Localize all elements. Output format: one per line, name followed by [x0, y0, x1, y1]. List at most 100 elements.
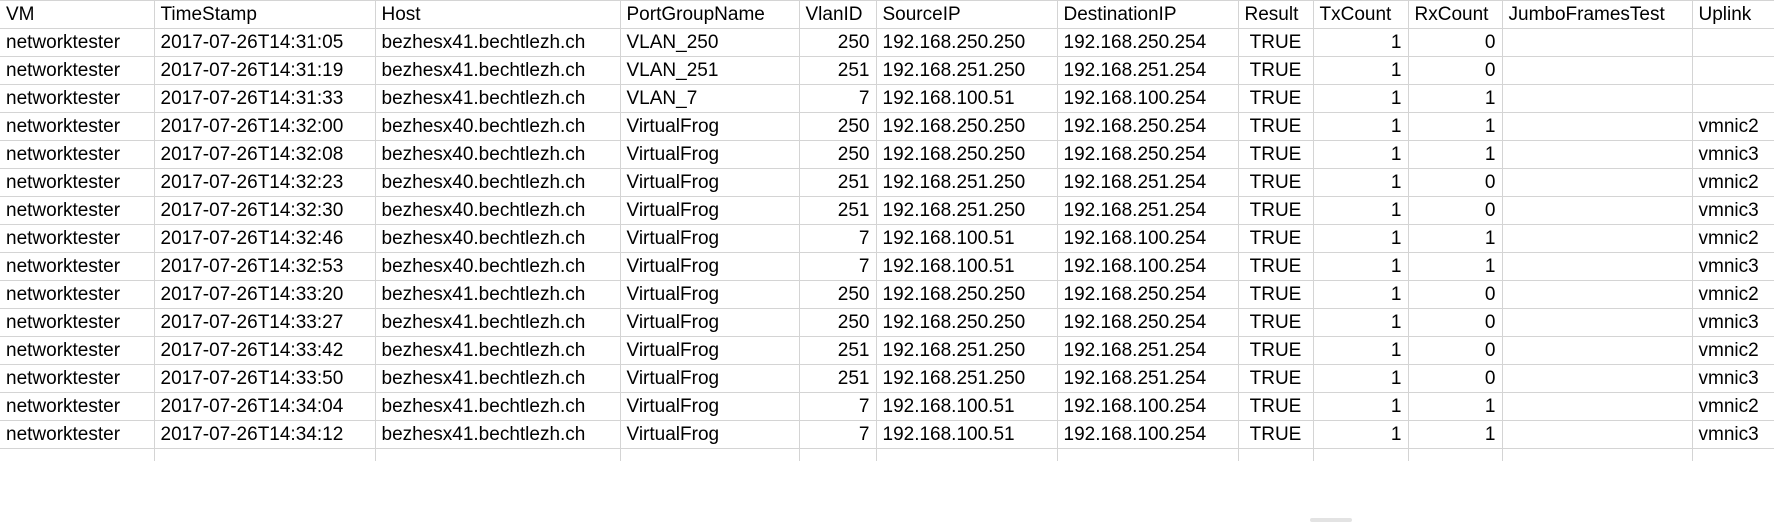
table-cell[interactable]: 192.168.250.250	[876, 280, 1058, 309]
table-cell[interactable]: VirtualFrog	[620, 196, 800, 225]
table-cell[interactable]: networktester	[0, 56, 155, 85]
table-cell[interactable]: 251	[799, 168, 877, 197]
table-cell[interactable]: 2017-07-26T14:31:05	[154, 28, 376, 57]
column-header-cell[interactable]: TimeStamp	[154, 0, 376, 29]
table-cell[interactable]	[1502, 392, 1693, 421]
table-cell[interactable]: VirtualFrog	[620, 420, 800, 449]
table-cell[interactable]: 1	[1313, 420, 1409, 449]
table-cell[interactable]: 251	[799, 56, 877, 85]
table-cell[interactable]: VirtualFrog	[620, 252, 800, 281]
table-cell[interactable]: 1	[1313, 364, 1409, 393]
table-cell[interactable]: 250	[799, 28, 877, 57]
table-cell[interactable]: vmnic3	[1692, 364, 1774, 393]
table-cell[interactable]: 192.168.250.250	[876, 308, 1058, 337]
table-cell[interactable]: TRUE	[1238, 28, 1314, 57]
table-cell[interactable]: vmnic2	[1692, 168, 1774, 197]
table-cell[interactable]: vmnic2	[1692, 392, 1774, 421]
table-cell[interactable]: TRUE	[1238, 252, 1314, 281]
table-cell[interactable]: 250	[799, 308, 877, 337]
table-cell[interactable]: 2017-07-26T14:34:12	[154, 420, 376, 449]
table-cell[interactable]: 192.168.100.254	[1057, 420, 1239, 449]
table-cell[interactable]: bezhesx40.bechtlezh.ch	[375, 252, 621, 281]
table-cell[interactable]: VirtualFrog	[620, 364, 800, 393]
table-cell[interactable]: 7	[799, 84, 877, 113]
table-cell[interactable]: VirtualFrog	[620, 308, 800, 337]
table-cell[interactable]: TRUE	[1238, 364, 1314, 393]
table-cell[interactable]: 1	[1313, 308, 1409, 337]
table-cell[interactable]: vmnic2	[1692, 336, 1774, 365]
table-cell[interactable]: bezhesx41.bechtlezh.ch	[375, 56, 621, 85]
table-cell[interactable]	[1502, 28, 1693, 57]
table-cell[interactable]: vmnic2	[1692, 280, 1774, 309]
table-cell[interactable]: TRUE	[1238, 224, 1314, 253]
table-cell[interactable]: 192.168.251.250	[876, 168, 1058, 197]
table-cell[interactable]: networktester	[0, 112, 155, 141]
table-cell[interactable]: 192.168.251.250	[876, 364, 1058, 393]
table-cell[interactable]	[1502, 308, 1693, 337]
spreadsheet-grid[interactable]: VM TimeStamp Host PortGroupName VlanID Source…	[0, 0, 1774, 522]
table-cell[interactable]: 1	[1408, 252, 1503, 281]
table-cell[interactable]: 192.168.100.51	[876, 420, 1058, 449]
table-cell[interactable]: 2017-07-26T14:32:23	[154, 168, 376, 197]
empty-cell[interactable]	[1313, 448, 1409, 461]
table-cell[interactable]: networktester	[0, 28, 155, 57]
table-cell[interactable]: bezhesx41.bechtlezh.ch	[375, 364, 621, 393]
table-cell[interactable]: 1	[1313, 252, 1409, 281]
table-cell[interactable]	[1502, 56, 1693, 85]
table-cell[interactable]: vmnic3	[1692, 420, 1774, 449]
table-cell[interactable]: TRUE	[1238, 280, 1314, 309]
table-cell[interactable]: VirtualFrog	[620, 140, 800, 169]
table-cell[interactable]: 7	[799, 252, 877, 281]
empty-cell[interactable]	[1502, 448, 1693, 461]
table-cell[interactable]	[1502, 420, 1693, 449]
table-cell[interactable]: networktester	[0, 252, 155, 281]
table-cell[interactable]	[1502, 84, 1693, 113]
table-cell[interactable]	[1502, 140, 1693, 169]
table-cell[interactable]: 2017-07-26T14:33:20	[154, 280, 376, 309]
table-cell[interactable]: vmnic3	[1692, 252, 1774, 281]
column-header-cell[interactable]: Result	[1238, 0, 1314, 29]
empty-cell[interactable]	[876, 448, 1058, 461]
table-cell[interactable]: 2017-07-26T14:33:42	[154, 336, 376, 365]
table-cell[interactable]: 1	[1313, 280, 1409, 309]
table-cell[interactable]: VirtualFrog	[620, 280, 800, 309]
table-cell[interactable]: 251	[799, 336, 877, 365]
table-cell[interactable]: 192.168.251.254	[1057, 56, 1239, 85]
table-cell[interactable]: 1	[1408, 140, 1503, 169]
empty-cell[interactable]	[154, 448, 376, 461]
table-cell[interactable]: TRUE	[1238, 420, 1314, 449]
column-header-cell[interactable]: Uplink	[1692, 0, 1774, 29]
table-cell[interactable]: 0	[1408, 56, 1503, 85]
table-cell[interactable]: 1	[1408, 112, 1503, 141]
table-cell[interactable]: bezhesx40.bechtlezh.ch	[375, 168, 621, 197]
table-cell[interactable]: vmnic3	[1692, 196, 1774, 225]
table-cell[interactable]: VLAN_251	[620, 56, 800, 85]
table-cell[interactable]: vmnic2	[1692, 224, 1774, 253]
table-cell[interactable]: 192.168.250.254	[1057, 112, 1239, 141]
table-cell[interactable]: networktester	[0, 196, 155, 225]
table-cell[interactable]: bezhesx41.bechtlezh.ch	[375, 392, 621, 421]
column-header-cell[interactable]: VlanID	[799, 0, 877, 29]
table-cell[interactable]	[1502, 336, 1693, 365]
column-header-cell[interactable]: Host	[375, 0, 621, 29]
table-cell[interactable]: 192.168.100.254	[1057, 392, 1239, 421]
table-cell[interactable]: 192.168.251.254	[1057, 196, 1239, 225]
table-cell[interactable]: 1	[1313, 112, 1409, 141]
horizontal-scrollbar-thumb[interactable]	[1310, 518, 1352, 522]
table-cell[interactable]: 1	[1313, 224, 1409, 253]
table-cell[interactable]: VirtualFrog	[620, 112, 800, 141]
column-header-cell[interactable]: SourceIP	[876, 0, 1058, 29]
table-cell[interactable]: TRUE	[1238, 196, 1314, 225]
table-cell[interactable]: 7	[799, 224, 877, 253]
table-cell[interactable]: 2017-07-26T14:34:04	[154, 392, 376, 421]
table-cell[interactable]: 2017-07-26T14:32:30	[154, 196, 376, 225]
table-cell[interactable]: 1	[1313, 28, 1409, 57]
table-cell[interactable]: TRUE	[1238, 168, 1314, 197]
table-cell[interactable]: bezhesx41.bechtlezh.ch	[375, 308, 621, 337]
table-cell[interactable]: 192.168.250.254	[1057, 140, 1239, 169]
table-cell[interactable]: 1	[1313, 84, 1409, 113]
table-cell[interactable]: VLAN_7	[620, 84, 800, 113]
table-cell[interactable]: TRUE	[1238, 84, 1314, 113]
table-cell[interactable]: networktester	[0, 84, 155, 113]
table-cell[interactable]: 192.168.100.51	[876, 392, 1058, 421]
